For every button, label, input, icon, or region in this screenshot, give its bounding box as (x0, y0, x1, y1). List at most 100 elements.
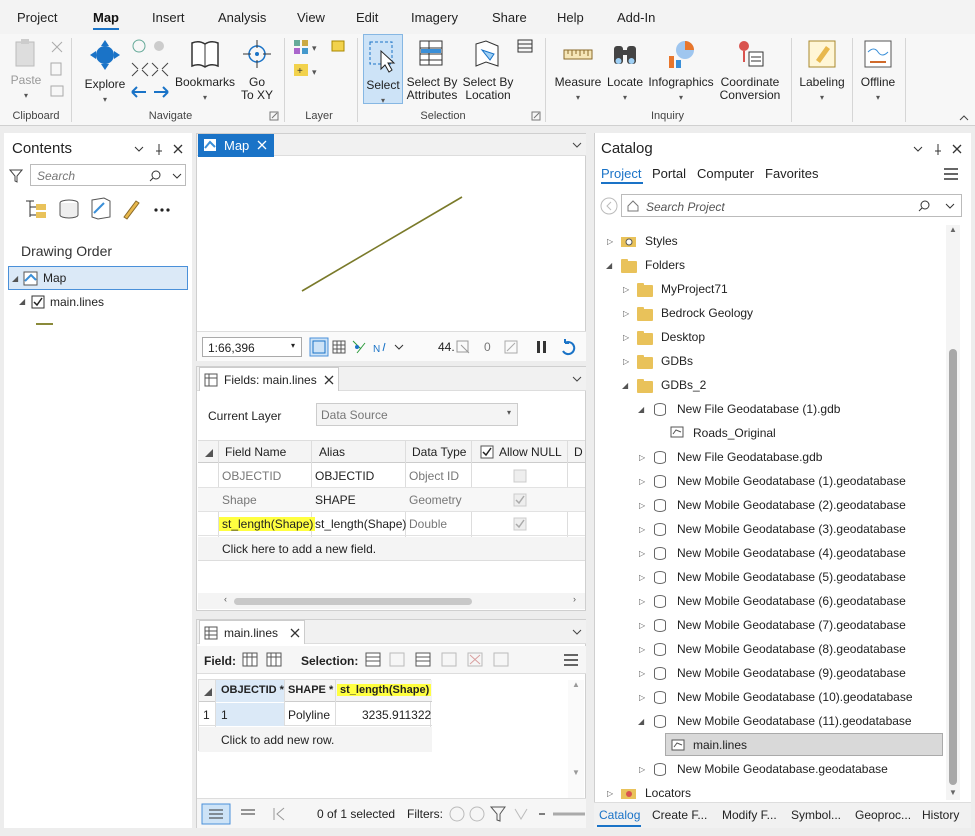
catalog-item-mobile-gdb-1[interactable]: New Mobile Geodatabase (1).geodatabase (677, 474, 906, 488)
column-header-st-length[interactable]: st_length(Shape) (337, 684, 432, 696)
table-vertical-scrollbar[interactable]: ▲ ▼ (568, 680, 584, 798)
scale-dropdown[interactable]: 1:66,396 ▾ (202, 337, 302, 357)
catalog-item-mobile-gdb-7[interactable]: New Mobile Geodatabase (7).geodatabase (677, 618, 906, 632)
locate-button[interactable]: Locate ▾ (604, 38, 646, 104)
field-tools-icons[interactable] (241, 651, 285, 669)
filter-icon[interactable] (9, 168, 23, 184)
catalog-item-main-lines-row[interactable]: main.lines (665, 733, 943, 756)
tab-share[interactable]: Share (492, 10, 527, 25)
tab-view[interactable]: View (297, 10, 325, 25)
dock-tab-history[interactable]: History (922, 808, 959, 822)
catalog-tab-portal[interactable]: Portal (652, 166, 686, 181)
coordinate-conversion-button[interactable]: Coordinate Conversion (718, 38, 782, 102)
catalog-item-mobile-gdb-3[interactable]: New Mobile Geodatabase (3).geodatabase (677, 522, 906, 536)
table-row[interactable]: 1 1 Polyline 3235.911322 (199, 703, 432, 726)
infographics-button[interactable]: Infographics ▾ (647, 38, 715, 104)
tab-add-in[interactable]: Add-In (617, 10, 655, 25)
selection-launcher-icon[interactable] (530, 110, 542, 122)
catalog-item-mobile-gdb-5[interactable]: New Mobile Geodatabase (5).geodatabase (677, 570, 906, 584)
dock-tab-catalog[interactable]: Catalog (599, 808, 640, 822)
contents-pane-controls[interactable] (132, 142, 188, 156)
menu-icon[interactable] (563, 653, 579, 667)
column-header-shape[interactable]: SHAPE * (285, 684, 333, 696)
catalog-item-folders[interactable]: Folders (645, 258, 685, 272)
catalog-item-bedrock-geology[interactable]: Bedrock Geology (661, 306, 753, 320)
catalog-vertical-scrollbar[interactable]: ▲ ▼ (946, 225, 960, 800)
tab-analysis[interactable]: Analysis (218, 10, 266, 25)
catalog-item-mobile-gdb-10[interactable]: New Mobile Geodatabase (10).geodatabase (677, 690, 913, 704)
close-icon[interactable] (290, 628, 300, 638)
layer-main-lines[interactable]: main.lines (50, 295, 104, 309)
layer-tools-icons[interactable]: ▾ + ▾ (292, 38, 352, 82)
chevron-down-icon[interactable] (572, 142, 582, 148)
add-row[interactable]: Click to add new row. (199, 727, 432, 752)
tab-attribute-table[interactable]: main.lines (199, 620, 305, 644)
chevron-down-icon[interactable] (572, 629, 582, 635)
allow-null-checkbox[interactable] (513, 469, 527, 483)
tab-map[interactable]: Map (93, 10, 119, 30)
measure-button[interactable]: Measure ▾ (553, 38, 603, 104)
expand-toggle-icon[interactable]: ◢ (12, 274, 18, 283)
allow-null-header-checkbox[interactable] (480, 445, 494, 459)
column-header-d[interactable]: D (571, 445, 583, 459)
paste-button[interactable]: Paste ▾ (8, 38, 44, 102)
tab-help[interactable]: Help (557, 10, 584, 25)
allow-null-checkbox[interactable] (513, 493, 527, 507)
clipboard-small-icons[interactable] (48, 38, 66, 104)
navigate-launcher-icon[interactable] (268, 110, 280, 122)
back-icon[interactable] (600, 197, 618, 215)
catalog-pane-controls[interactable] (911, 142, 967, 156)
column-header-objectid[interactable]: OBJECTID * (218, 684, 284, 696)
column-header-allow-null[interactable]: Allow NULL (496, 445, 562, 459)
navigate-tools-icons[interactable] (130, 38, 170, 100)
map-playback-controls[interactable] (503, 337, 583, 357)
catalog-item-styles[interactable]: Styles (645, 234, 678, 248)
catalog-item-mobile-gdb-9[interactable]: New Mobile Geodatabase (9).geodatabase (677, 666, 906, 680)
catalog-item-desktop[interactable]: Desktop (661, 330, 705, 344)
catalog-item-file-gdb-1[interactable]: New File Geodatabase (1).gdb (677, 402, 840, 416)
allow-null-checkbox[interactable] (513, 517, 527, 531)
catalog-item-locators[interactable]: Locators (645, 786, 691, 800)
table-row[interactable]: st_length(Shape) st_length(Shape) Double (198, 512, 585, 536)
catalog-item-mobile-gdb-2[interactable]: New Mobile Geodatabase (2).geodatabase (677, 498, 906, 512)
catalog-item-roads-original[interactable]: Roads_Original (693, 426, 776, 440)
catalog-item-gdbs-2[interactable]: GDBs_2 (661, 378, 706, 392)
selection-tools-icons[interactable] (364, 651, 524, 669)
tab-imagery[interactable]: Imagery (411, 10, 458, 25)
catalog-tab-project[interactable]: Project (601, 166, 641, 181)
table-row[interactable]: OBJECTID OBJECTID Object ID (198, 464, 585, 488)
catalog-item-mobile-gdb-11[interactable]: New Mobile Geodatabase (11).geodatabase (677, 714, 912, 728)
column-header-field-name[interactable]: Field Name (222, 445, 286, 459)
catalog-item-mobile-gdb-6[interactable]: New Mobile Geodatabase (6).geodatabase (677, 594, 906, 608)
select-by-attributes-button[interactable]: Select By Attributes (404, 38, 460, 102)
dock-tab-create-features[interactable]: Create F... (652, 808, 707, 822)
selection-small-icons[interactable] (516, 38, 536, 82)
catalog-item-mobile-gdb[interactable]: New Mobile Geodatabase.geodatabase (677, 762, 888, 776)
tab-project[interactable]: Project (17, 10, 57, 25)
close-icon[interactable] (257, 140, 267, 150)
dock-tab-geoprocessing[interactable]: Geoproc... (855, 808, 911, 822)
select-button[interactable]: Select ▾ (363, 34, 403, 105)
contents-search-input[interactable]: Search (30, 164, 186, 186)
table-row[interactable]: Shape SHAPE Geometry (198, 488, 585, 512)
catalog-tab-favorites[interactable]: Favorites (765, 166, 818, 181)
fields-horizontal-scrollbar[interactable]: ‹ › (198, 593, 585, 609)
bookmarks-button[interactable]: Bookmarks ▾ (174, 38, 236, 104)
tab-fields-view[interactable]: Fields: main.lines (199, 367, 339, 391)
layer-visibility-checkbox[interactable] (31, 295, 45, 309)
column-header-data-type[interactable]: Data Type (409, 445, 466, 459)
explore-button[interactable]: Explore ▾ (83, 38, 127, 106)
current-layer-dropdown[interactable]: Data Source ▾ (316, 403, 518, 426)
dock-tab-symbology[interactable]: Symbol... (791, 808, 841, 822)
contents-view-toolbar[interactable] (24, 197, 184, 221)
catalog-item-myproject71[interactable]: MyProject71 (661, 282, 728, 296)
filter-tools-icons[interactable] (449, 803, 585, 825)
close-icon[interactable] (324, 375, 334, 385)
catalog-item-gdbs[interactable]: GDBs (661, 354, 693, 368)
tab-map-view[interactable]: Map (198, 134, 274, 157)
catalog-item-mobile-gdb-8[interactable]: New Mobile Geodatabase (8).geodatabase (677, 642, 906, 656)
dock-tab-modify-features[interactable]: Modify F... (722, 808, 777, 822)
contents-map-item[interactable]: ◢ Map (8, 266, 188, 290)
offline-button[interactable]: Offline ▾ (856, 38, 900, 104)
chevron-down-icon[interactable] (572, 376, 582, 382)
